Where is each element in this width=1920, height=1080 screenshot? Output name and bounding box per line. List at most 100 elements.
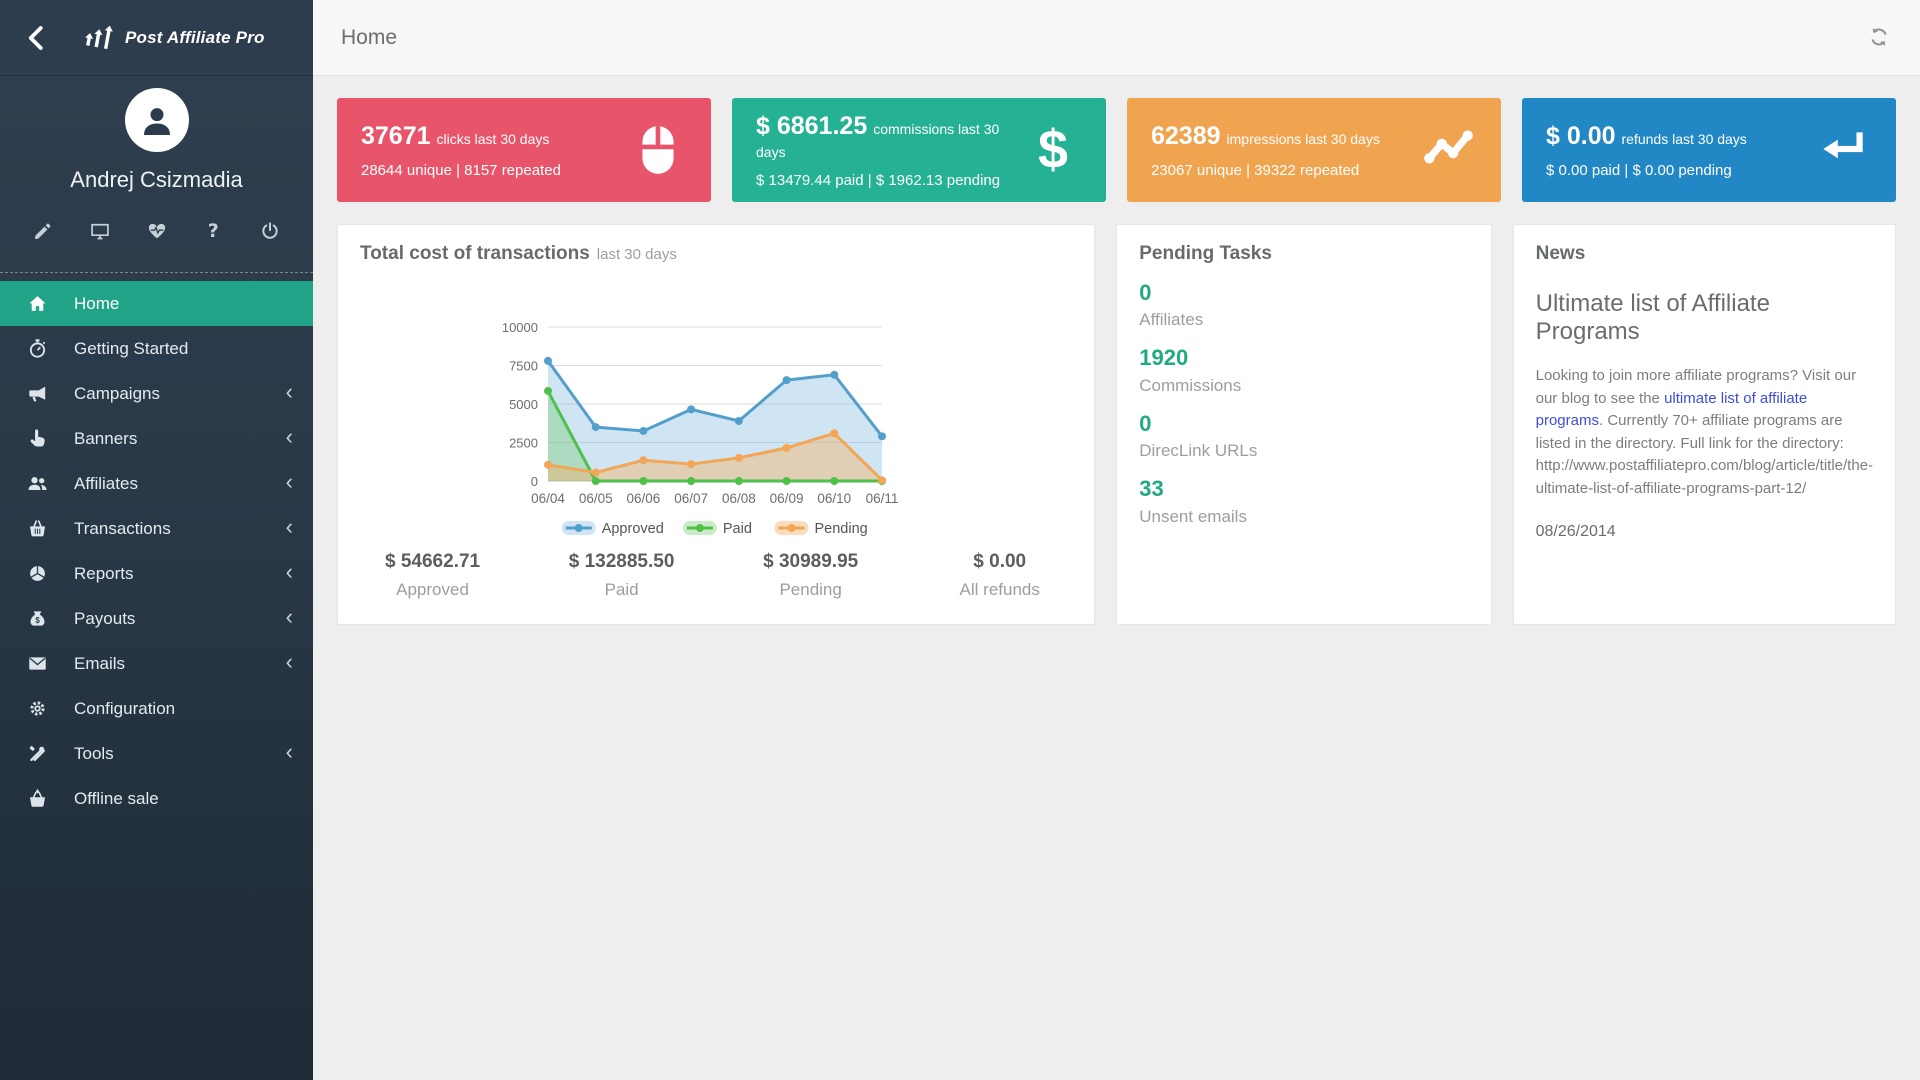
chevron-left-icon: ‹ xyxy=(286,561,293,587)
commissions-detail: $ 13479.44 paid | $ 1962.13 pending xyxy=(756,172,1016,189)
impressions-value: 62389 xyxy=(1151,122,1221,150)
users-icon xyxy=(27,473,49,495)
logo-text: Post Affiliate Pro xyxy=(125,28,265,48)
bullhorn-icon xyxy=(27,383,49,405)
desktop-view-button[interactable] xyxy=(89,220,111,242)
impressions-detail: 23067 unique | 39322 repeated xyxy=(1151,162,1411,179)
refunds-value: $ 0.00 xyxy=(1546,122,1616,150)
basket-icon xyxy=(27,518,49,540)
topbar: Home xyxy=(313,0,1920,76)
svg-text:Pending: Pending xyxy=(815,521,868,537)
hand-pointer-icon xyxy=(27,428,49,450)
sidebar-item-banners[interactable]: Banners ‹ xyxy=(0,416,313,461)
sidebar-item-configuration[interactable]: Configuration xyxy=(0,686,313,731)
sidebar-item-transactions[interactable]: Transactions ‹ xyxy=(0,506,313,551)
collapse-sidebar-button[interactable] xyxy=(22,23,52,53)
sidebar-item-label: Campaigns xyxy=(74,384,160,404)
news-article-title: Ultimate list of Affiliate Programs xyxy=(1536,290,1873,346)
news-body: Looking to join more affiliate programs?… xyxy=(1536,365,1873,500)
sidebar-item-emails[interactable]: Emails ‹ xyxy=(0,641,313,686)
content: 37671clicks last 30 days 28644 unique | … xyxy=(313,76,1920,647)
refresh-icon xyxy=(1868,26,1890,48)
chevron-left-icon: ‹ xyxy=(286,741,293,767)
chart-subtitle: last 30 days xyxy=(597,246,677,263)
sidebar-item-label: Affiliates xyxy=(74,474,138,494)
chart-title: Total cost of transactions xyxy=(360,243,590,264)
profile-section: Andrej Csizmadia ? xyxy=(0,76,313,242)
help-button[interactable]: ? xyxy=(202,220,224,242)
clicks-card: 37671clicks last 30 days 28644 unique | … xyxy=(337,98,711,202)
chart-line-icon xyxy=(1419,121,1477,179)
clicks-label: clicks last 30 days xyxy=(437,131,550,147)
svg-text:06/11: 06/11 xyxy=(866,491,899,506)
summary-paid: $ 132885.50 Paid xyxy=(527,551,716,600)
refunds-label: refunds last 30 days xyxy=(1622,131,1747,147)
svg-text:06/09: 06/09 xyxy=(770,491,804,506)
sidebar-item-payouts[interactable]: $ Payouts ‹ xyxy=(0,596,313,641)
sidebar-item-home[interactable]: Home xyxy=(0,281,313,326)
dollar-icon: $ xyxy=(1024,121,1082,179)
back-chevron-icon xyxy=(22,23,52,53)
svg-text:06/05: 06/05 xyxy=(579,491,613,506)
task-commissions[interactable]: 1920 Commissions xyxy=(1139,345,1468,395)
refresh-button[interactable] xyxy=(1868,26,1892,50)
news-panel: News Ultimate list of Affiliate Programs… xyxy=(1513,224,1896,625)
heartbeat-icon xyxy=(147,221,167,241)
page-title: Home xyxy=(341,26,397,50)
sidebar-item-affiliates[interactable]: Affiliates ‹ xyxy=(0,461,313,506)
sidebar-item-reports[interactable]: Reports ‹ xyxy=(0,551,313,596)
power-icon xyxy=(260,221,280,241)
profile-quick-actions: ? xyxy=(0,193,313,242)
svg-text:06/07: 06/07 xyxy=(674,491,708,506)
task-direclink-urls[interactable]: 0 DirecLink URLs xyxy=(1139,411,1468,461)
svg-text:7500: 7500 xyxy=(509,359,538,374)
transactions-chart-panel: Total cost of transactions last 30 days 0… xyxy=(337,224,1095,625)
sidebar-item-offline-sale[interactable]: Offline sale xyxy=(0,776,313,821)
chevron-left-icon: ‹ xyxy=(286,426,293,452)
svg-text:Approved: Approved xyxy=(602,521,664,537)
task-affiliates[interactable]: 0 Affiliates xyxy=(1139,280,1468,330)
app-logo[interactable]: Post Affiliate Pro xyxy=(84,22,265,54)
svg-text:Paid: Paid xyxy=(723,521,752,537)
summary-approved: $ 54662.71 Approved xyxy=(338,551,527,600)
svg-text:06/06: 06/06 xyxy=(627,491,661,506)
sidebar-item-label: Payouts xyxy=(74,609,135,629)
health-status-button[interactable] xyxy=(146,220,168,242)
svg-text:06/04: 06/04 xyxy=(531,491,565,506)
sidebar-item-label: Home xyxy=(74,294,119,314)
task-unsent-emails[interactable]: 33 Unsent emails xyxy=(1139,476,1468,526)
summary-all-refunds: $ 0.00 All refunds xyxy=(905,551,1094,600)
sidebar-item-label: Configuration xyxy=(74,699,175,719)
refunds-card: $ 0.00refunds last 30 days $ 0.00 paid |… xyxy=(1522,98,1896,202)
sidebar-item-tools[interactable]: Tools ‹ xyxy=(0,731,313,776)
dashboard-panels: Total cost of transactions last 30 days 0… xyxy=(337,224,1896,625)
chevron-left-icon: ‹ xyxy=(286,381,293,407)
sidebar-item-campaigns[interactable]: Campaigns ‹ xyxy=(0,371,313,416)
commissions-value: $ 6861.25 xyxy=(756,112,867,140)
app-root: Post Affiliate Pro Andrej Csizmadia ? xyxy=(0,0,1920,1080)
offline-sale-basket-icon xyxy=(27,788,49,810)
pie-chart-icon xyxy=(27,563,49,585)
chevron-left-icon: ‹ xyxy=(286,471,293,497)
commissions-card: $ 6861.25commissions last 30 days $ 1347… xyxy=(732,98,1106,202)
stopwatch-icon xyxy=(27,338,49,360)
user-name: Andrej Csizmadia xyxy=(0,167,313,193)
summary-pending: $ 30989.95 Pending xyxy=(716,551,905,600)
logout-button[interactable] xyxy=(259,220,281,242)
envelope-icon xyxy=(27,653,49,675)
stat-cards: 37671clicks last 30 days 28644 unique | … xyxy=(337,98,1896,202)
sidebar-item-label: Tools xyxy=(74,744,114,764)
gear-icon xyxy=(27,698,49,720)
chevron-left-icon: ‹ xyxy=(286,606,293,632)
svg-text:06/10: 06/10 xyxy=(817,491,851,506)
edit-profile-button[interactable] xyxy=(32,220,54,242)
avatar[interactable] xyxy=(125,88,189,152)
tools-icon xyxy=(27,743,49,765)
svg-text:5000: 5000 xyxy=(509,397,538,412)
sidebar-item-label: Emails xyxy=(74,654,125,674)
sidebar-item-getting-started[interactable]: Getting Started xyxy=(0,326,313,371)
sidebar-menu: Home Getting Started Campaigns ‹ Banners… xyxy=(0,281,313,821)
sidebar-item-label: Banners xyxy=(74,429,137,449)
sidebar-header: Post Affiliate Pro xyxy=(0,0,313,76)
sidebar: Post Affiliate Pro Andrej Csizmadia ? xyxy=(0,0,313,1080)
